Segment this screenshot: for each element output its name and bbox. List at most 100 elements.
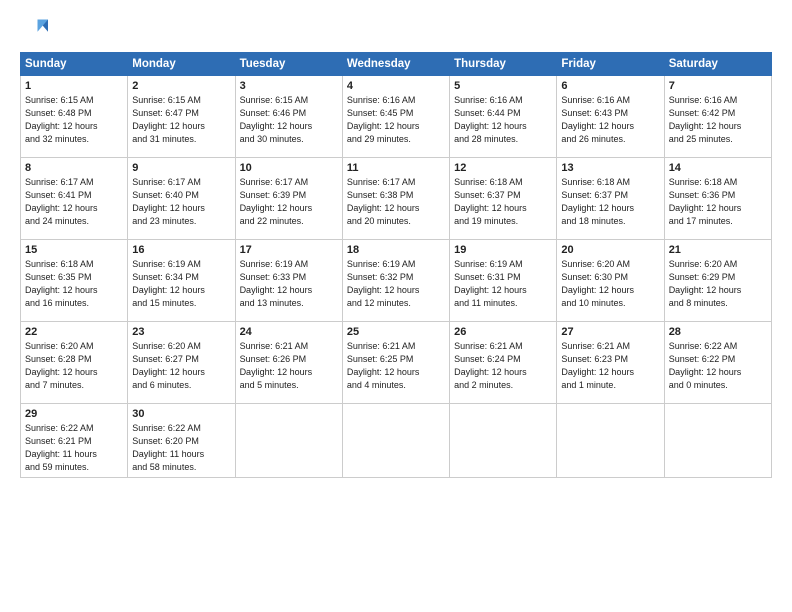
- calendar-cell: 3 Sunrise: 6:15 AMSunset: 6:46 PMDaylight…: [235, 76, 342, 158]
- day-number: 24: [240, 326, 338, 338]
- cell-details: Sunrise: 6:16 AMSunset: 6:45 PMDaylight:…: [347, 94, 445, 146]
- cell-details: Sunrise: 6:15 AMSunset: 6:47 PMDaylight:…: [132, 94, 230, 146]
- cell-details: Sunrise: 6:16 AMSunset: 6:44 PMDaylight:…: [454, 94, 552, 146]
- day-number: 26: [454, 326, 552, 338]
- day-number: 10: [240, 162, 338, 174]
- day-number: 19: [454, 244, 552, 256]
- calendar-cell: 13 Sunrise: 6:18 AMSunset: 6:37 PMDayligh…: [557, 158, 664, 240]
- header: [20, 16, 772, 44]
- day-number: 21: [669, 244, 767, 256]
- cell-details: Sunrise: 6:20 AMSunset: 6:29 PMDaylight:…: [669, 258, 767, 310]
- calendar-cell: 6Sunrise: 6:16 AMSunset: 6:43 PMDaylight…: [557, 76, 664, 158]
- col-header-tuesday: Tuesday: [235, 53, 342, 76]
- calendar-cell: 26 Sunrise: 6:21 AMSunset: 6:24 PMDayligh…: [450, 322, 557, 404]
- calendar-table: SundayMondayTuesdayWednesdayThursdayFrid…: [20, 52, 772, 478]
- cell-details: Sunrise: 6:21 AMSunset: 6:25 PMDaylight:…: [347, 340, 445, 392]
- cell-details: Sunrise: 6:22 AMSunset: 6:22 PMDaylight:…: [669, 340, 767, 392]
- cell-details: Sunrise: 6:21 AMSunset: 6:24 PMDaylight:…: [454, 340, 552, 392]
- day-number: 25: [347, 326, 445, 338]
- calendar-cell: [342, 404, 449, 478]
- cell-details: Sunrise: 6:19 AMSunset: 6:34 PMDaylight:…: [132, 258, 230, 310]
- calendar-cell: 16 Sunrise: 6:19 AMSunset: 6:34 PMDayligh…: [128, 240, 235, 322]
- calendar-week-4: 29Sunrise: 6:22 AMSunset: 6:21 PMDayligh…: [21, 404, 772, 478]
- calendar-cell: 11Sunrise: 6:17 AMSunset: 6:38 PMDayligh…: [342, 158, 449, 240]
- logo: [20, 16, 52, 44]
- page: SundayMondayTuesdayWednesdayThursdayFrid…: [0, 0, 792, 612]
- calendar-week-1: 8 Sunrise: 6:17 AMSunset: 6:41 PMDaylight…: [21, 158, 772, 240]
- calendar-cell: 14 Sunrise: 6:18 AMSunset: 6:36 PMDayligh…: [664, 158, 771, 240]
- calendar-cell: 15 Sunrise: 6:18 AMSunset: 6:35 PMDayligh…: [21, 240, 128, 322]
- calendar-cell: [664, 404, 771, 478]
- cell-details: Sunrise: 6:15 AMSunset: 6:48 PMDaylight:…: [25, 94, 123, 146]
- day-number: 14: [669, 162, 767, 174]
- calendar-cell: [450, 404, 557, 478]
- day-number: 8: [25, 162, 123, 174]
- calendar-cell: 28 Sunrise: 6:22 AMSunset: 6:22 PMDayligh…: [664, 322, 771, 404]
- day-number: 4: [347, 80, 445, 92]
- cell-details: Sunrise: 6:15 AMSunset: 6:46 PMDaylight:…: [240, 94, 338, 146]
- calendar-cell: 27 Sunrise: 6:21 AMSunset: 6:23 PMDayligh…: [557, 322, 664, 404]
- cell-details: Sunrise: 6:21 AMSunset: 6:23 PMDaylight:…: [561, 340, 659, 392]
- calendar-cell: 17Sunrise: 6:19 AMSunset: 6:33 PMDayligh…: [235, 240, 342, 322]
- day-number: 1: [25, 80, 123, 92]
- cell-details: Sunrise: 6:19 AMSunset: 6:31 PMDaylight:…: [454, 258, 552, 310]
- day-number: 7: [669, 80, 767, 92]
- col-header-monday: Monday: [128, 53, 235, 76]
- cell-details: Sunrise: 6:17 AMSunset: 6:41 PMDaylight:…: [25, 176, 123, 228]
- calendar-cell: 9 Sunrise: 6:17 AMSunset: 6:40 PMDaylight…: [128, 158, 235, 240]
- calendar-cell: 21 Sunrise: 6:20 AMSunset: 6:29 PMDayligh…: [664, 240, 771, 322]
- cell-details: Sunrise: 6:17 AMSunset: 6:40 PMDaylight:…: [132, 176, 230, 228]
- calendar-cell: 4 Sunrise: 6:16 AMSunset: 6:45 PMDaylight…: [342, 76, 449, 158]
- calendar-week-3: 22 Sunrise: 6:20 AMSunset: 6:28 PMDayligh…: [21, 322, 772, 404]
- calendar-cell: 1 Sunrise: 6:15 AMSunset: 6:48 PMDaylight…: [21, 76, 128, 158]
- day-number: 15: [25, 244, 123, 256]
- cell-details: Sunrise: 6:18 AMSunset: 6:37 PMDaylight:…: [454, 176, 552, 228]
- day-number: 29: [25, 408, 123, 420]
- day-number: 3: [240, 80, 338, 92]
- calendar-cell: [557, 404, 664, 478]
- cell-details: Sunrise: 6:20 AMSunset: 6:28 PMDaylight:…: [25, 340, 123, 392]
- col-header-wednesday: Wednesday: [342, 53, 449, 76]
- day-number: 30: [132, 408, 230, 420]
- day-number: 18: [347, 244, 445, 256]
- day-number: 6: [561, 80, 659, 92]
- calendar-cell: 18Sunrise: 6:19 AMSunset: 6:32 PMDayligh…: [342, 240, 449, 322]
- day-number: 13: [561, 162, 659, 174]
- calendar-cell: 5 Sunrise: 6:16 AMSunset: 6:44 PMDaylight…: [450, 76, 557, 158]
- calendar-cell: 24 Sunrise: 6:21 AMSunset: 6:26 PMDayligh…: [235, 322, 342, 404]
- cell-details: Sunrise: 6:16 AMSunset: 6:42 PMDaylight:…: [669, 94, 767, 146]
- day-number: 11: [347, 162, 445, 174]
- col-header-friday: Friday: [557, 53, 664, 76]
- calendar-cell: 19 Sunrise: 6:19 AMSunset: 6:31 PMDayligh…: [450, 240, 557, 322]
- calendar-week-0: 1 Sunrise: 6:15 AMSunset: 6:48 PMDaylight…: [21, 76, 772, 158]
- day-number: 2: [132, 80, 230, 92]
- cell-details: Sunrise: 6:18 AMSunset: 6:35 PMDaylight:…: [25, 258, 123, 310]
- col-header-saturday: Saturday: [664, 53, 771, 76]
- day-number: 27: [561, 326, 659, 338]
- cell-details: Sunrise: 6:21 AMSunset: 6:26 PMDaylight:…: [240, 340, 338, 392]
- calendar-cell: 22 Sunrise: 6:20 AMSunset: 6:28 PMDayligh…: [21, 322, 128, 404]
- calendar-header-row: SundayMondayTuesdayWednesdayThursdayFrid…: [21, 53, 772, 76]
- calendar-cell: 20 Sunrise: 6:20 AMSunset: 6:30 PMDayligh…: [557, 240, 664, 322]
- day-number: 23: [132, 326, 230, 338]
- calendar-cell: 10Sunrise: 6:17 AMSunset: 6:39 PMDayligh…: [235, 158, 342, 240]
- calendar-cell: 7 Sunrise: 6:16 AMSunset: 6:42 PMDaylight…: [664, 76, 771, 158]
- cell-details: Sunrise: 6:20 AMSunset: 6:30 PMDaylight:…: [561, 258, 659, 310]
- calendar-cell: 29Sunrise: 6:22 AMSunset: 6:21 PMDayligh…: [21, 404, 128, 478]
- cell-details: Sunrise: 6:18 AMSunset: 6:37 PMDaylight:…: [561, 176, 659, 228]
- day-number: 28: [669, 326, 767, 338]
- calendar-cell: 30Sunrise: 6:22 AMSunset: 6:20 PMDayligh…: [128, 404, 235, 478]
- calendar-cell: 8 Sunrise: 6:17 AMSunset: 6:41 PMDaylight…: [21, 158, 128, 240]
- day-number: 16: [132, 244, 230, 256]
- calendar-cell: 12Sunrise: 6:18 AMSunset: 6:37 PMDayligh…: [450, 158, 557, 240]
- day-number: 22: [25, 326, 123, 338]
- day-number: 5: [454, 80, 552, 92]
- col-header-thursday: Thursday: [450, 53, 557, 76]
- logo-icon: [20, 16, 48, 44]
- cell-details: Sunrise: 6:19 AMSunset: 6:33 PMDaylight:…: [240, 258, 338, 310]
- cell-details: Sunrise: 6:18 AMSunset: 6:36 PMDaylight:…: [669, 176, 767, 228]
- day-number: 9: [132, 162, 230, 174]
- cell-details: Sunrise: 6:20 AMSunset: 6:27 PMDaylight:…: [132, 340, 230, 392]
- calendar-cell: 2 Sunrise: 6:15 AMSunset: 6:47 PMDaylight…: [128, 76, 235, 158]
- day-number: 20: [561, 244, 659, 256]
